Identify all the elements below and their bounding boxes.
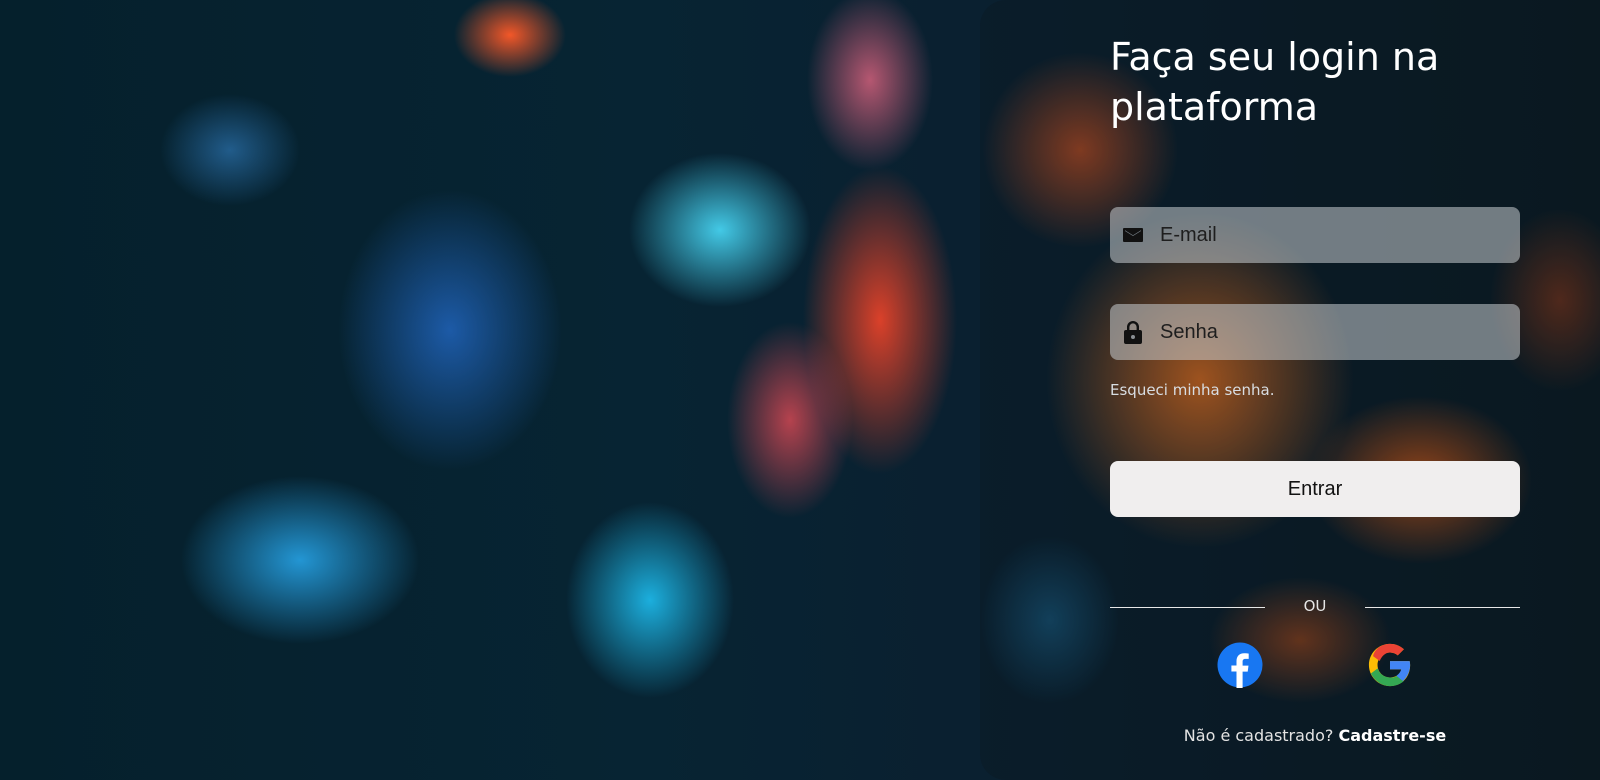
divider-label: OU — [1303, 597, 1327, 615]
signup-link[interactable]: Cadastre-se — [1338, 726, 1446, 745]
email-input[interactable] — [1160, 207, 1520, 263]
google-icon — [1368, 643, 1411, 687]
login-button[interactable]: Entrar — [1110, 461, 1520, 517]
lock-icon — [1120, 319, 1146, 345]
facebook-login-button[interactable] — [1217, 642, 1263, 688]
mail-icon — [1120, 222, 1146, 248]
divider-right — [1365, 607, 1520, 608]
facebook-icon — [1217, 642, 1263, 688]
forgot-password-link[interactable]: Esqueci minha senha. — [1110, 381, 1275, 399]
google-login-button[interactable] — [1367, 642, 1413, 688]
page-title: Faça seu login na plataforma — [1110, 35, 1440, 129]
signup-prompt-text: Não é cadastrado? — [1183, 726, 1334, 745]
password-field[interactable] — [1110, 304, 1520, 360]
email-field[interactable] — [1110, 207, 1520, 263]
password-input[interactable] — [1160, 304, 1520, 360]
divider-left — [1110, 607, 1265, 608]
signup-prompt: Não é cadastrado? Cadastre-se — [1110, 726, 1520, 745]
